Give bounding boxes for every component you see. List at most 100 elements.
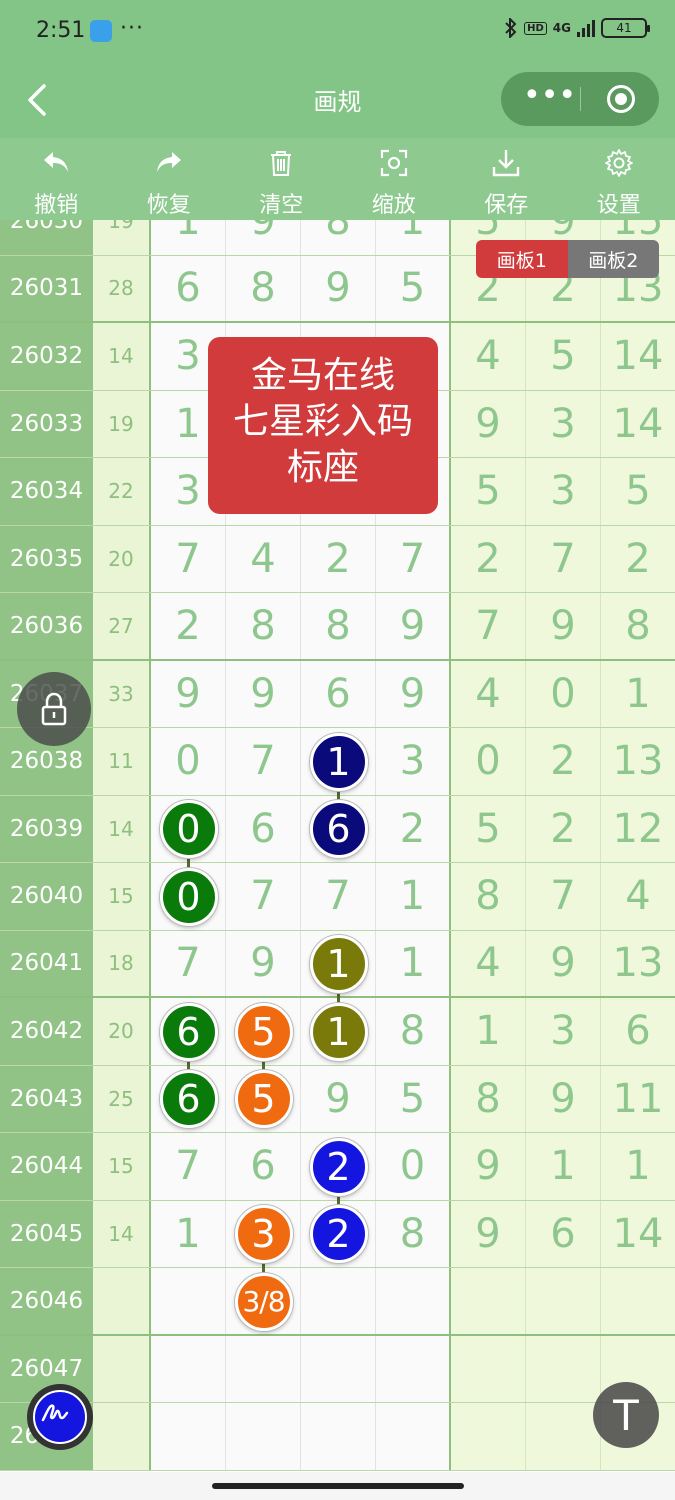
digit-cell[interactable]: 7 [151,1133,226,1200]
digit-cell[interactable]: 8 [301,593,376,659]
settings-button[interactable]: 设置 [563,138,675,220]
digit-cell[interactable]: 9 [226,930,301,996]
digit-cell[interactable]: 0 [376,1133,451,1200]
digit-cell[interactable] [376,1335,451,1402]
board-tab-2[interactable]: 画板2 [567,240,659,278]
digit-cell[interactable] [301,1403,376,1470]
more-menu-button[interactable]: ••• [523,81,576,116]
extra-cell: 9 [451,390,526,457]
period-id: 26046 [0,1268,93,1334]
sum-cell [93,1268,151,1334]
digit-cell[interactable]: 7 [226,863,301,930]
table-row: 26043 25 9 5 8 9 11 [0,1065,675,1133]
marked-number-circle[interactable]: 6 [309,800,368,859]
digit-cell[interactable]: 9 [301,1065,376,1132]
digit-cell[interactable]: 5 [376,1065,451,1132]
digit-cell[interactable]: 9 [301,255,376,321]
digit-cell[interactable]: 7 [151,525,226,592]
extra-cell: 7 [526,525,601,592]
extra-cell: 4 [601,863,675,930]
marked-number-circle[interactable]: 0 [159,800,218,859]
digit-cell[interactable] [151,1335,226,1402]
digit-cell[interactable]: 1 [151,1200,226,1267]
redo-label: 恢复 [146,193,191,218]
extra-cell: 1 [601,1133,675,1200]
extra-cell: 9 [451,1200,526,1267]
lock-button[interactable] [17,672,91,746]
marked-number-circle[interactable]: 1 [309,1002,368,1061]
digit-cell[interactable] [301,1335,376,1402]
board-tab-1[interactable]: 画板1 [476,240,568,278]
sum-cell: 18 [93,930,151,996]
digit-cell[interactable] [301,1268,376,1334]
sum-cell: 22 [93,458,151,525]
digit-cell[interactable]: 8 [226,255,301,321]
marked-number-circle[interactable]: 6 [159,1070,218,1129]
undo-button[interactable]: 撤销 [0,138,113,220]
home-indicator[interactable] [212,1483,464,1489]
digit-cell[interactable] [151,1403,226,1470]
redo-icon [156,152,181,172]
digit-cell[interactable]: 9 [151,660,226,727]
digit-cell[interactable]: 1 [376,863,451,930]
table-row: 26035 20 7 4 2 7 2 7 2 [0,525,675,593]
marked-number-circle[interactable]: 2 [309,1205,368,1264]
digit-cell[interactable]: 6 [226,795,301,862]
digit-cell[interactable] [226,1335,301,1402]
marked-number-circle[interactable]: 5 [234,1002,293,1061]
extra-cell: 8 [451,863,526,930]
digit-cell[interactable] [376,1403,451,1470]
status-time: 2:51 [36,18,86,43]
marked-number-circle[interactable]: 3 [234,1205,293,1264]
marked-number-circle[interactable]: 5 [234,1070,293,1129]
scan-icon [380,149,407,177]
digit-cell[interactable]: 7 [151,930,226,996]
digit-cell[interactable]: 9 [226,220,301,255]
marked-number-circle[interactable]: 3/8 [234,1272,293,1331]
digit-cell[interactable]: 6 [301,660,376,727]
extra-cell: 5 [601,458,675,525]
app-notification-icon [90,20,112,42]
digit-cell[interactable]: 9 [226,660,301,727]
digit-cell[interactable]: 5 [376,255,451,321]
digit-cell[interactable]: 0 [151,728,226,795]
digit-cell[interactable]: 9 [376,660,451,727]
redo-button[interactable]: 恢复 [113,138,226,220]
sum-cell: 19 [93,220,151,255]
digit-cell[interactable]: 2 [376,795,451,862]
digit-cell[interactable]: 8 [226,593,301,659]
digit-cell[interactable]: 9 [376,593,451,659]
marked-number-circle[interactable]: 0 [159,867,218,926]
digit-cell[interactable]: 7 [226,728,301,795]
pen-tool-button[interactable] [27,1384,93,1450]
digit-cell[interactable]: 1 [376,220,451,255]
digit-cell[interactable]: 1 [376,930,451,996]
marked-number-circle[interactable]: 6 [159,1002,218,1061]
digit-cell[interactable] [226,1403,301,1470]
text-tool-button[interactable]: T [593,1382,659,1448]
digit-cell[interactable]: 7 [376,525,451,592]
digit-cell[interactable]: 3 [376,728,451,795]
clear-button[interactable]: 清空 [225,138,338,220]
digit-cell[interactable]: 7 [301,863,376,930]
close-miniprogram-button[interactable] [607,85,635,113]
digit-cell[interactable]: 6 [151,255,226,321]
digit-cell[interactable] [151,1268,226,1334]
marked-number-circle[interactable]: 2 [309,1137,368,1196]
digit-cell[interactable]: 2 [151,593,226,659]
marked-number-circle[interactable]: 1 [309,732,368,791]
digit-cell[interactable]: 8 [301,220,376,255]
marked-number-circle[interactable]: 1 [309,935,368,994]
digit-cell[interactable]: 4 [226,525,301,592]
extra-cell: 12 [601,795,675,862]
digit-cell[interactable]: 8 [376,1200,451,1267]
sum-cell: 15 [93,863,151,930]
digit-cell[interactable]: 1 [151,220,226,255]
digit-cell[interactable]: 2 [301,525,376,592]
digit-cell[interactable] [376,1268,451,1334]
save-button[interactable]: 保存 [450,138,563,220]
digit-cell[interactable]: 6 [226,1133,301,1200]
period-id: 26040 [0,863,93,930]
digit-cell[interactable]: 8 [376,998,451,1065]
zoom-button[interactable]: 缩放 [338,138,451,220]
